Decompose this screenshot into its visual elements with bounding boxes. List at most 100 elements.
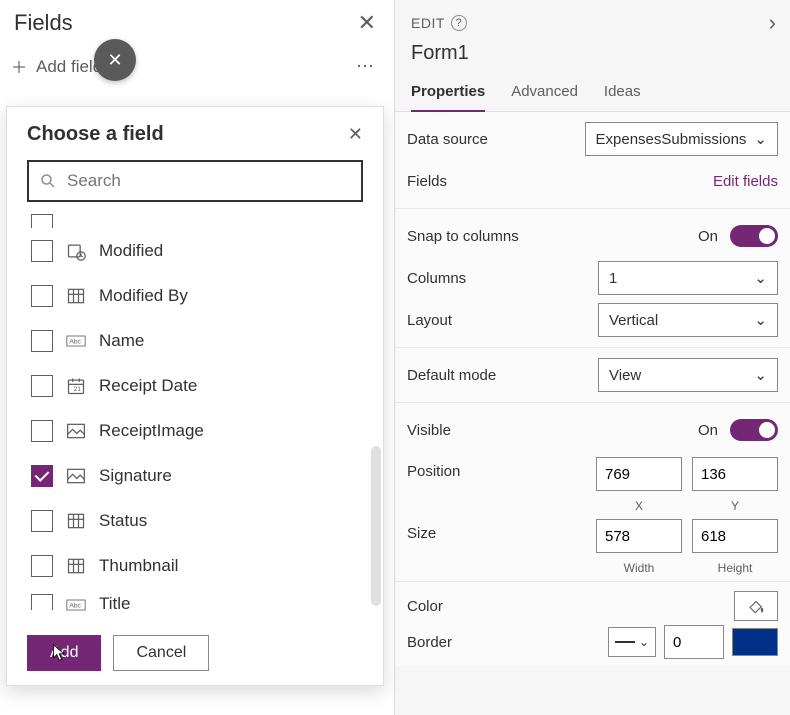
cursor-icon — [52, 643, 68, 663]
y-sublabel: Y — [692, 499, 778, 513]
cancel-button-label: Cancel — [136, 644, 186, 662]
field-checkbox[interactable] — [31, 330, 53, 352]
field-label: ReceiptImage — [99, 421, 204, 441]
visible-toggle[interactable] — [730, 419, 778, 441]
field-label: Name — [99, 331, 144, 351]
data-source-select[interactable]: ExpensesSubmissions ⌄ — [585, 122, 779, 156]
field-checkbox[interactable] — [31, 420, 53, 442]
field-label: Thumbnail — [99, 556, 178, 576]
list-item[interactable]: Modified By — [19, 273, 377, 318]
field-label: Modified — [99, 241, 163, 261]
fields-label: Fields — [407, 173, 447, 190]
position-label: Position — [407, 457, 460, 480]
datetime-icon — [65, 240, 87, 262]
chevron-down-icon: ⌄ — [754, 130, 767, 148]
columns-select[interactable]: 1 ⌄ — [598, 261, 778, 295]
field-checkbox[interactable] — [31, 375, 53, 397]
collapse-pane-icon[interactable]: › — [769, 10, 776, 36]
chevron-down-icon: ⌄ — [754, 366, 767, 384]
position-y-input[interactable] — [692, 457, 778, 491]
list-item[interactable]: Abc Title — [19, 588, 377, 618]
lookup-icon — [65, 285, 87, 307]
visible-label: Visible — [407, 422, 451, 439]
color-picker-button[interactable] — [734, 591, 778, 621]
field-checkbox[interactable] — [31, 510, 53, 532]
search-input-wrapper[interactable] — [27, 160, 363, 202]
field-list[interactable]: Modified Modified By Abc Name 21 — [19, 214, 377, 619]
fields-pane-title: Fields — [14, 10, 73, 36]
field-checkbox[interactable] — [31, 465, 53, 487]
choose-field-popup: Choose a field ✕ — [6, 106, 384, 686]
border-line-icon — [615, 641, 635, 643]
default-mode-value: View — [609, 367, 641, 384]
tab-properties[interactable]: Properties — [411, 75, 485, 112]
x-sublabel: X — [596, 499, 682, 513]
visible-state-text: On — [698, 422, 718, 439]
field-label: Status — [99, 511, 147, 531]
position-x-input[interactable] — [596, 457, 682, 491]
popup-close-icon[interactable]: ✕ — [348, 124, 363, 145]
control-name: Form1 — [395, 38, 790, 75]
tooltip-close-button[interactable]: ✕ — [94, 39, 136, 81]
list-item[interactable]: ReceiptImage — [19, 408, 377, 453]
search-input[interactable] — [67, 171, 351, 191]
width-sublabel: Width — [596, 561, 682, 575]
more-options-icon[interactable]: ⋯ — [356, 56, 376, 77]
close-fields-pane-icon[interactable]: ✕ — [358, 10, 376, 36]
default-mode-select[interactable]: View ⌄ — [598, 358, 778, 392]
list-item[interactable] — [19, 214, 377, 228]
snap-state-text: On — [698, 228, 718, 245]
border-style-select[interactable]: ⌄ — [608, 627, 656, 657]
tab-advanced[interactable]: Advanced — [511, 75, 578, 111]
list-item[interactable]: Modified — [19, 228, 377, 273]
border-width-input[interactable] — [664, 625, 724, 659]
search-icon — [39, 172, 57, 190]
svg-text:21: 21 — [74, 386, 82, 393]
list-item[interactable]: 21 Receipt Date — [19, 363, 377, 408]
svg-text:Abc: Abc — [69, 603, 81, 610]
height-input[interactable] — [692, 519, 778, 553]
plus-icon — [10, 58, 28, 76]
width-input[interactable] — [596, 519, 682, 553]
field-checkbox[interactable] — [31, 594, 53, 610]
popup-title: Choose a field — [27, 123, 164, 146]
scrollbar-thumb[interactable] — [371, 446, 381, 606]
color-label: Color — [407, 598, 443, 615]
list-item[interactable]: Status — [19, 498, 377, 543]
cancel-button[interactable]: Cancel — [113, 635, 209, 671]
field-checkbox[interactable] — [31, 285, 53, 307]
tab-ideas[interactable]: Ideas — [604, 75, 641, 111]
svg-text:Abc: Abc — [69, 338, 81, 345]
edit-fields-link[interactable]: Edit fields — [713, 173, 778, 190]
field-checkbox[interactable] — [31, 555, 53, 577]
image-icon — [65, 465, 87, 487]
data-source-value: ExpensesSubmissions — [596, 131, 747, 148]
list-item[interactable]: Abc Name — [19, 318, 377, 363]
paint-bucket-icon — [747, 597, 765, 615]
layout-select[interactable]: Vertical ⌄ — [598, 303, 778, 337]
chevron-down-icon: ⌄ — [754, 269, 767, 287]
default-mode-label: Default mode — [407, 367, 496, 384]
snap-to-columns-label: Snap to columns — [407, 228, 519, 245]
field-label: Signature — [99, 466, 172, 486]
layout-value: Vertical — [609, 312, 658, 329]
chevron-down-icon: ⌄ — [754, 311, 767, 329]
border-color-swatch[interactable] — [732, 628, 778, 656]
list-item[interactable]: Signature — [19, 453, 377, 498]
lookup-icon — [65, 555, 87, 577]
lookup-icon — [65, 510, 87, 532]
field-type-icon — [65, 214, 87, 228]
size-label: Size — [407, 519, 436, 542]
add-field-button[interactable]: Add field — [10, 57, 102, 77]
border-label: Border — [407, 634, 452, 651]
field-checkbox[interactable] — [31, 240, 53, 262]
list-item[interactable]: Thumbnail — [19, 543, 377, 588]
snap-to-columns-toggle[interactable] — [730, 225, 778, 247]
help-icon[interactable]: ? — [451, 15, 467, 31]
field-checkbox[interactable] — [31, 214, 53, 228]
chevron-down-icon: ⌄ — [639, 635, 649, 649]
text-icon: Abc — [65, 594, 87, 616]
edit-label: EDIT ? — [411, 15, 467, 31]
text-icon: Abc — [65, 330, 87, 352]
columns-label: Columns — [407, 270, 466, 287]
